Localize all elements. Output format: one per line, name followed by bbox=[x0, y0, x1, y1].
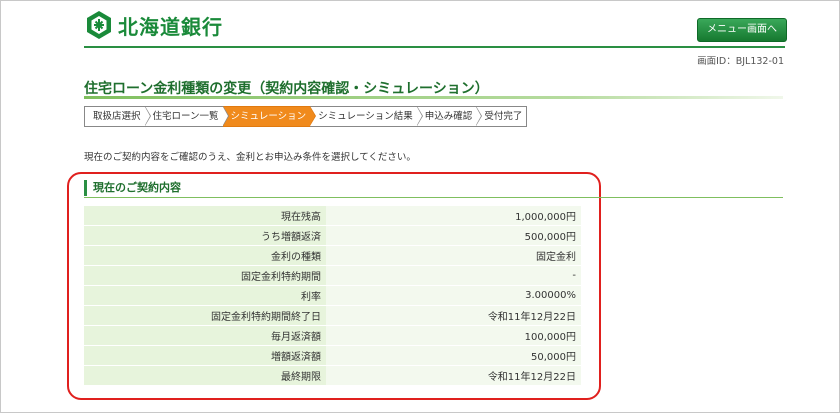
row-value: 令和11年12月22日 bbox=[326, 365, 581, 386]
step-simulation-result: シミュレーション結果 bbox=[310, 106, 423, 127]
row-label: 利率 bbox=[84, 285, 326, 306]
row-value: 固定金利 bbox=[326, 245, 581, 266]
title-underline bbox=[84, 96, 783, 99]
row-label: 増額返済額 bbox=[84, 345, 326, 366]
table-row: 最終期限 令和11年12月22日 bbox=[84, 365, 581, 386]
row-value: - bbox=[326, 265, 581, 286]
bank-name: 北海道銀行 bbox=[118, 14, 223, 39]
table-row: うち増額返済 500,000円 bbox=[84, 225, 581, 246]
table-row: 増額返済額 50,000円 bbox=[84, 345, 581, 366]
step-application-confirm: 申込み確認 bbox=[416, 106, 483, 127]
row-label: 毎月返済額 bbox=[84, 325, 326, 346]
intro-text: 現在のご契約内容をご確認のうえ、金利とお申込み条件を選択してください。 bbox=[84, 152, 416, 163]
progress-steps: 取扱店選択 住宅ローン一覧 シミュレーション シミュレーション結果 申込み確認 … bbox=[84, 106, 528, 127]
row-label: うち増額返済 bbox=[84, 225, 326, 246]
menu-screen-button[interactable]: メニュー画面へ bbox=[697, 18, 787, 42]
step-loan-list: 住宅ローン一覧 bbox=[144, 106, 229, 127]
section-title: 現在のご契約内容 bbox=[84, 180, 181, 196]
row-label: 最終期限 bbox=[84, 365, 326, 386]
section-underline bbox=[84, 197, 783, 198]
step-label: 取扱店選択 bbox=[93, 111, 141, 122]
row-value: 1,000,000円 bbox=[326, 206, 581, 226]
row-value: 3.00000% bbox=[326, 285, 581, 306]
step-branch-select: 取扱店選択 bbox=[84, 106, 151, 127]
table-row: 毎月返済額 100,000円 bbox=[84, 325, 581, 346]
row-label: 現在残高 bbox=[84, 206, 326, 226]
step-label: シミュレーション結果 bbox=[318, 111, 413, 122]
row-label: 固定金利特約期間終了日 bbox=[84, 305, 326, 326]
row-value: 100,000円 bbox=[326, 325, 581, 346]
table-row: 固定金利特約期間 - bbox=[84, 265, 581, 286]
contract-table: 現在残高 1,000,000円 うち増額返済 500,000円 金利の種類 固定… bbox=[84, 206, 581, 386]
screen-id: 画面ID：BJL132-01 bbox=[697, 56, 784, 67]
page-title: 住宅ローン金利種類の変更（契約内容確認・シミュレーション） bbox=[84, 81, 489, 97]
table-row: 利率 3.00000% bbox=[84, 285, 581, 306]
bank-logo[interactable]: 北海道銀行 bbox=[84, 10, 223, 40]
row-label: 金利の種類 bbox=[84, 245, 326, 266]
table-row: 現在残高 1,000,000円 bbox=[84, 206, 581, 226]
table-row: 金利の種類 固定金利 bbox=[84, 245, 581, 266]
step-complete: 受付完了 bbox=[476, 106, 528, 127]
table-row: 固定金利特約期間終了日 令和11年12月22日 bbox=[84, 305, 581, 326]
header-divider bbox=[84, 46, 785, 48]
step-label: 受付完了 bbox=[484, 111, 523, 122]
row-value: 令和11年12月22日 bbox=[326, 305, 581, 326]
bank-logo-icon bbox=[87, 11, 111, 39]
step-simulation: シミュレーション bbox=[222, 106, 317, 127]
row-label: 固定金利特約期間 bbox=[84, 265, 326, 286]
step-label: 申込み確認 bbox=[424, 111, 473, 122]
page-frame: 北海道銀行 メニュー画面へ 画面ID：BJL132-01 住宅ローン金利種類の変… bbox=[0, 0, 840, 413]
row-value: 500,000円 bbox=[326, 225, 581, 246]
step-label: シミュレーション bbox=[230, 111, 307, 122]
row-value: 50,000円 bbox=[326, 345, 581, 366]
step-label: 住宅ローン一覧 bbox=[152, 111, 219, 122]
